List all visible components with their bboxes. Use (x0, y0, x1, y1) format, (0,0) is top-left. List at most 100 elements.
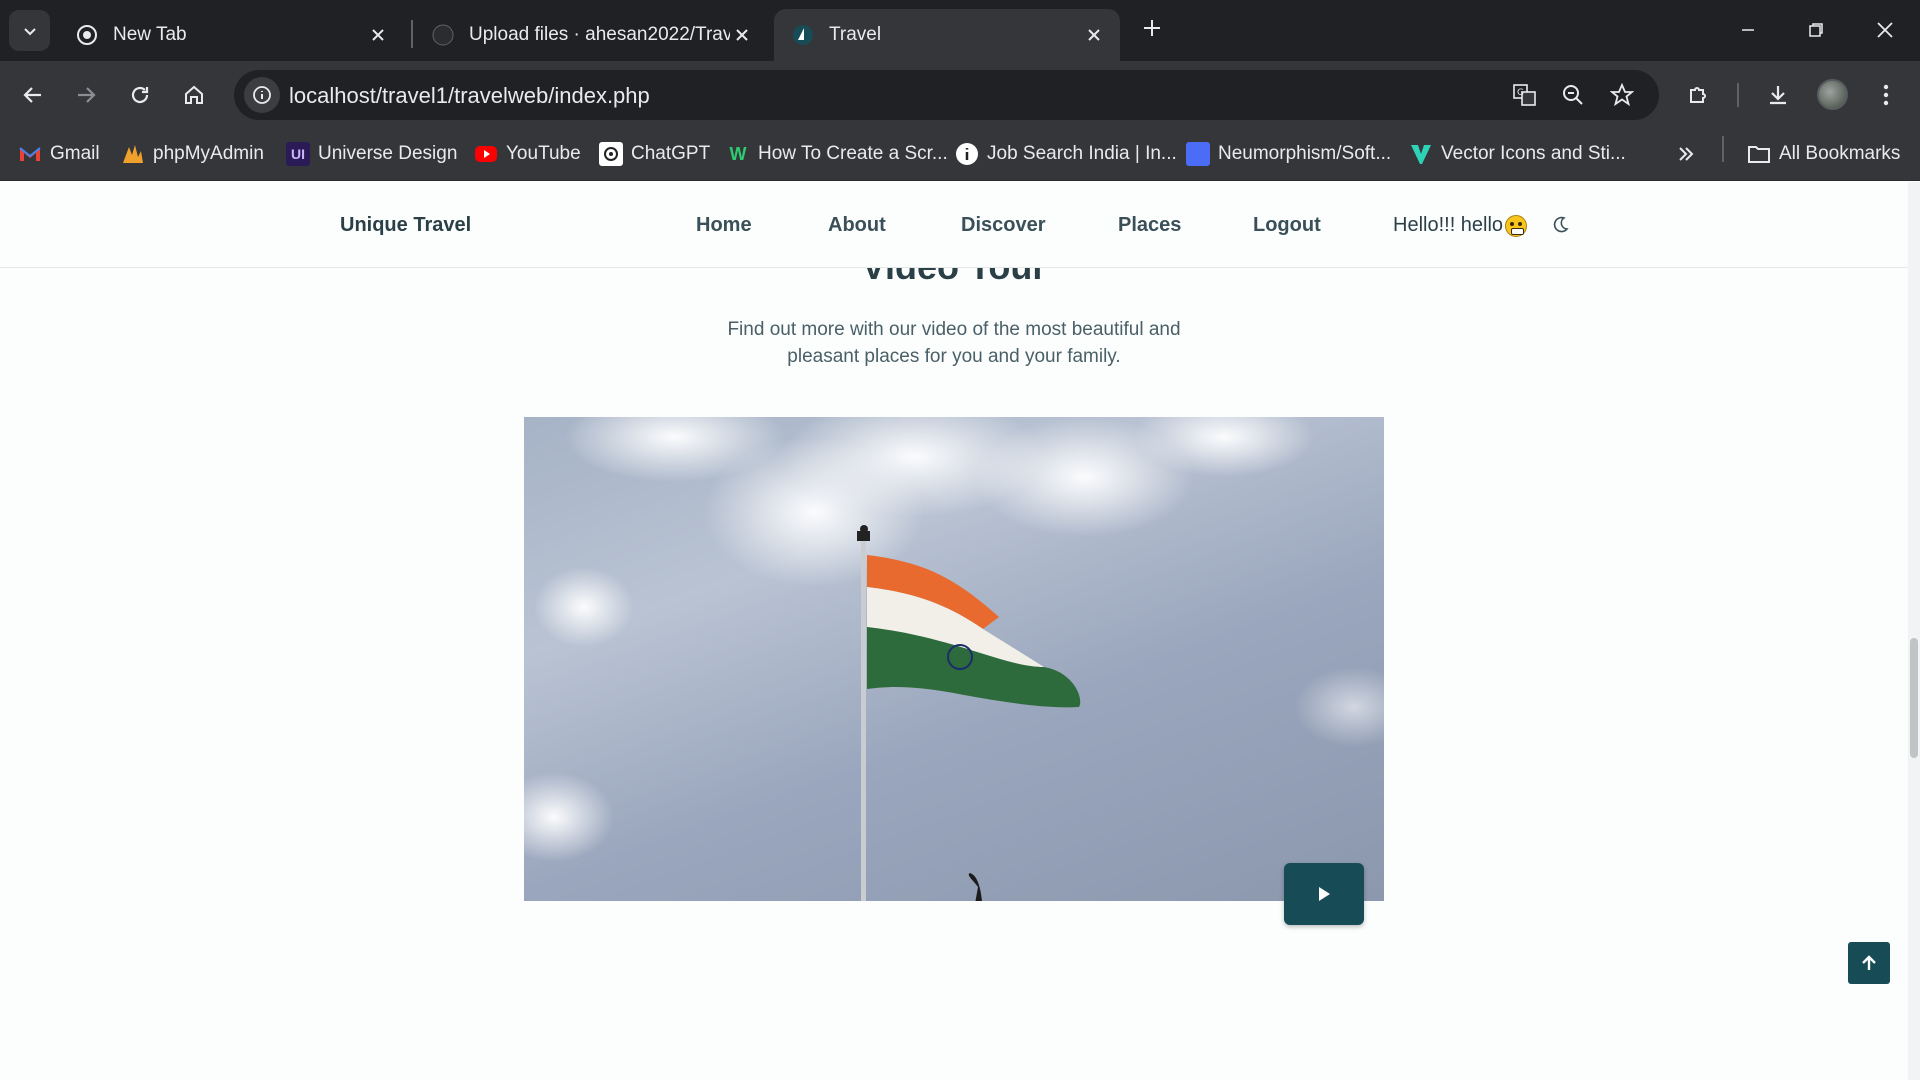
bookmark-label: How To Create a Scr... (758, 143, 948, 164)
site-brand[interactable]: Unique Travel (340, 214, 471, 237)
new-tab-button[interactable] (1137, 13, 1167, 43)
bookmark-label: All Bookmarks (1779, 143, 1901, 164)
forward-button[interactable] (68, 77, 104, 113)
bookmark-label: Gmail (50, 143, 100, 164)
sail-icon (791, 23, 815, 47)
moon-icon (1553, 216, 1569, 233)
tab-title: Travel (829, 24, 882, 45)
openai-icon (599, 142, 623, 166)
play-button[interactable] (1284, 863, 1364, 925)
downloads-button[interactable] (1760, 77, 1796, 113)
w-logo-icon: W (729, 143, 747, 164)
extensions-button[interactable] (1681, 77, 1717, 113)
translate-icon: G (1513, 84, 1536, 106)
puzzle-icon (1690, 87, 1706, 103)
scrollbar-thumb[interactable] (1910, 638, 1918, 758)
reload-button[interactable] (122, 77, 158, 113)
tab-new-tab[interactable]: New Tab (58, 9, 404, 61)
reload-icon (131, 86, 149, 104)
translate-button[interactable]: G (1511, 81, 1539, 109)
tab-travel[interactable]: Travel (774, 9, 1120, 61)
close-icon[interactable] (730, 23, 754, 47)
gmail-icon (18, 142, 42, 166)
chevron-down-icon (23, 27, 36, 35)
tab-title: New Tab (113, 24, 187, 45)
bookmark-gmail[interactable]: Gmail (18, 140, 100, 168)
bookmarks-divider (1722, 136, 1724, 162)
flag-video-frame (524, 417, 1384, 901)
close-window-button[interactable] (1863, 12, 1907, 48)
restore-button[interactable] (1794, 12, 1838, 48)
chrome-icon (75, 23, 99, 47)
theme-toggle[interactable] (1549, 214, 1571, 236)
site-navbar: Unique Travel Home About Discover Places… (0, 182, 1908, 268)
video-player[interactable] (524, 417, 1384, 901)
profile-avatar[interactable] (1817, 79, 1848, 110)
tab-upload-files[interactable]: Upload files · ahesan2022/Trave (414, 9, 768, 61)
nav-places[interactable]: Places (1118, 214, 1181, 237)
address-bar[interactable]: localhost/travel1/travelweb/index.php G (234, 70, 1659, 120)
double-chevron-right-icon (1679, 147, 1694, 161)
arrow-right-icon (78, 87, 96, 103)
neumorphism-icon (1186, 142, 1210, 166)
bookmark-label: Universe Design (318, 143, 458, 164)
nav-home[interactable]: Home (696, 214, 752, 237)
bookmark-neumorphism[interactable]: Neumorphism/Soft... (1186, 140, 1391, 168)
github-icon (431, 23, 455, 47)
bookmark-label: YouTube (506, 143, 581, 164)
bookmark-job-search[interactable]: Job Search India | In... (955, 140, 1177, 168)
greeting-text: Hello!!! hello (1393, 214, 1504, 236)
user-greeting: Hello!!! hello (1393, 214, 1528, 237)
ui-icon: UI (286, 142, 310, 166)
toolbar-divider (1737, 83, 1739, 107)
nav-logout[interactable]: Logout (1253, 214, 1321, 237)
bookmark-label: Neumorphism/Soft... (1218, 143, 1392, 164)
arrow-up-icon (1862, 955, 1876, 970)
nav-about[interactable]: About (828, 214, 886, 237)
phpmyadmin-icon (121, 142, 145, 166)
vector-logo-icon (1409, 142, 1433, 166)
menu-button[interactable] (1868, 77, 1904, 113)
url-text[interactable]: localhost/travel1/travelweb/index.php (289, 83, 650, 109)
close-icon[interactable] (1082, 23, 1106, 47)
minimize-button[interactable] (1726, 12, 1770, 48)
bookmark-label: Job Search India | In... (987, 143, 1177, 164)
bookmark-chatgpt[interactable]: ChatGPT (599, 140, 710, 168)
close-icon[interactable] (366, 23, 390, 47)
svg-text:G: G (1517, 88, 1524, 98)
bookmark-how-to-create[interactable]: W How To Create a Scr... (726, 140, 948, 168)
site-info-button[interactable] (244, 77, 280, 113)
bookmark-vector-icons[interactable]: Vector Icons and Sti... (1409, 140, 1626, 168)
all-bookmarks-button[interactable]: All Bookmarks (1747, 140, 1900, 168)
folder-icon (1747, 142, 1771, 166)
more-bookmarks-button[interactable] (1676, 140, 1696, 168)
info-circle-icon (955, 142, 979, 166)
download-icon (1770, 86, 1786, 105)
home-button[interactable] (176, 77, 212, 113)
bookmark-universe-design[interactable]: UI Universe Design (286, 140, 457, 168)
section-subtitle: Find out more with our video of the most… (727, 319, 1181, 367)
tab-title: Upload files · ahesan2022/Trave (469, 24, 730, 45)
info-icon (253, 86, 271, 104)
youtube-icon (474, 142, 498, 166)
scroll-to-top-button[interactable] (1848, 942, 1890, 984)
play-icon (1319, 887, 1330, 901)
browser-toolbar: localhost/travel1/travelweb/index.php G (0, 61, 1920, 128)
home-icon (185, 85, 203, 104)
bookmarks-bar: Gmail phpMyAdmin UI Universe Design YouT… (0, 128, 1920, 181)
zoom-button[interactable] (1559, 81, 1587, 109)
bookmark-phpmyadmin[interactable]: phpMyAdmin (121, 140, 264, 168)
bookmark-youtube[interactable]: YouTube (474, 140, 581, 168)
tab-search-button[interactable] (9, 10, 50, 51)
web-page: Unique Travel Home About Discover Places… (0, 182, 1908, 1080)
star-icon (1610, 83, 1634, 107)
page-scrollbar[interactable] (1908, 182, 1920, 1080)
kebab-menu-icon (1883, 84, 1889, 106)
bookmark-star-button[interactable] (1608, 81, 1636, 109)
back-button[interactable] (15, 77, 51, 113)
zoom-out-icon (1563, 85, 1583, 105)
tab-divider (411, 20, 413, 48)
plus-icon (1144, 20, 1160, 36)
bookmark-label: Vector Icons and Sti... (1441, 143, 1626, 164)
nav-discover[interactable]: Discover (961, 214, 1046, 237)
